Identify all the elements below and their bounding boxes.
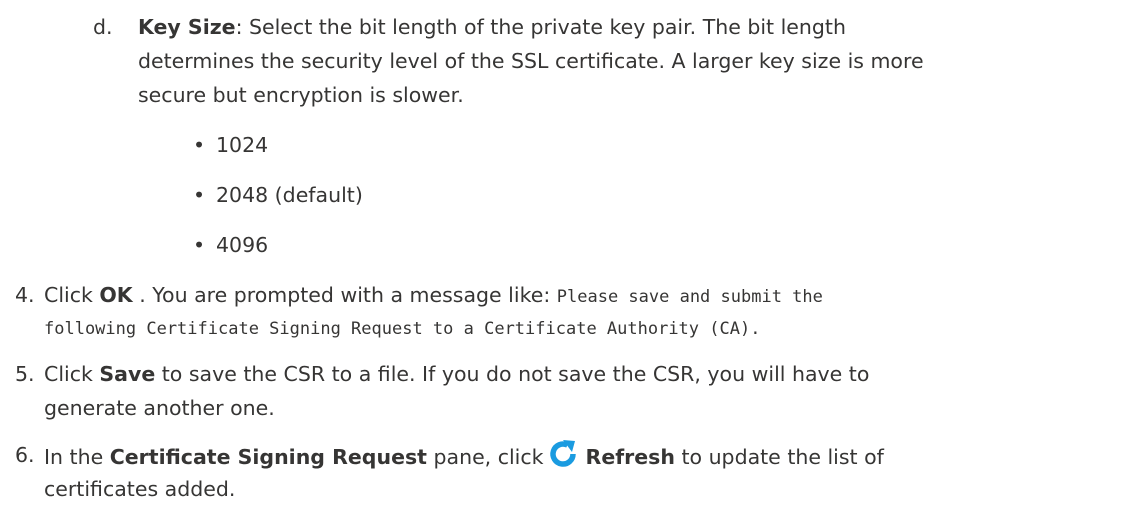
key-size-description: : Select the bit length of the private k… [235, 15, 846, 39]
step-5-post: to save the CSR to a file. If you do not… [155, 362, 870, 386]
bullet-icon: • [193, 183, 206, 207]
csr-pane-term: Certificate Signing Request [109, 445, 427, 469]
refresh-icon-graphic [549, 440, 576, 467]
step-4-marker: 4. [15, 283, 35, 307]
key-size-term: Key Size [138, 15, 236, 39]
step-4-pre: Click [44, 283, 100, 307]
step-5-marker: 5. [15, 362, 35, 386]
message-code-2: following Certificate Signing Request to… [44, 319, 761, 339]
refresh-term: Refresh [585, 445, 675, 469]
step-d-marker: d. [93, 15, 113, 39]
step-6-pre: In the [44, 445, 110, 469]
step-4-post: . You are prompted with a message like: [132, 283, 557, 307]
step-d-line-2: determines the security level of the SSL… [138, 49, 924, 73]
step-d-line-1: Key Size: Select the bit length of the p… [138, 12, 846, 42]
step-5-line-1: Click Save to save the CSR to a file. If… [44, 359, 869, 389]
refresh-icon [548, 440, 578, 468]
key-size-option: 2048 (default) [216, 183, 363, 207]
step-d-line-3: secure but encryption is slower. [138, 83, 464, 107]
document-page: d. Key Size: Select the bit length of th… [0, 0, 1143, 513]
step-5-pre: Click [44, 362, 100, 386]
ok-term: OK [99, 283, 133, 307]
message-code-1: Please save and submit the [556, 287, 823, 307]
bullet-icon: • [193, 133, 206, 157]
step-6-line-1: In the Certificate Signing Request pane,… [44, 440, 884, 472]
key-size-option: 1024 [216, 133, 269, 157]
key-size-option: 4096 [216, 233, 269, 257]
save-term: Save [99, 362, 156, 386]
step-5-line-2: generate another one. [44, 396, 275, 420]
bullet-icon: • [193, 233, 206, 257]
step-6-post: to update the list of [674, 445, 884, 469]
step-6-line-2: certificates added. [44, 477, 236, 501]
step-4-line-1: Click OK . You are prompted with a messa… [44, 280, 823, 312]
step-6-marker: 6. [15, 443, 35, 467]
step-6-mid: pane, click [426, 445, 544, 469]
